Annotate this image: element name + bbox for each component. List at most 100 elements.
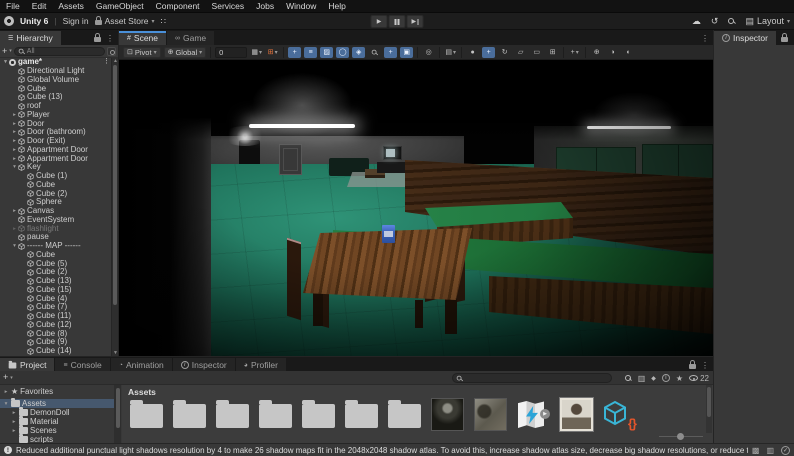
cache-server-icon[interactable]: ▥ xyxy=(766,446,774,455)
component-overlay-icon[interactable]: ≡ xyxy=(304,47,317,58)
hierarchy-item[interactable]: Global Volume xyxy=(0,76,112,85)
hierarchy-item[interactable]: Cube (15) xyxy=(0,286,112,295)
hierarchy-item[interactable]: Cube (1) xyxy=(0,172,112,181)
scene-viewport[interactable] xyxy=(119,60,713,356)
snap-increment-field[interactable]: 0 xyxy=(215,47,247,58)
asset-thumbnail-folder[interactable] xyxy=(345,398,378,431)
assets-scrollbar[interactable] xyxy=(706,385,712,433)
menu-item-file[interactable]: File xyxy=(0,1,26,11)
asset-thumbnail-folder[interactable] xyxy=(388,398,421,431)
hierarchy-search-input[interactable]: All xyxy=(14,47,105,56)
lighting-toggle-icon[interactable]: ◯ xyxy=(336,47,349,58)
gizmos-toggle-icon[interactable]: ◐ xyxy=(622,47,635,58)
asset-thumbnail-folder[interactable] xyxy=(216,398,249,431)
menu-item-jobs[interactable]: Jobs xyxy=(250,1,280,11)
asset-thumbnail-folder[interactable] xyxy=(173,398,206,431)
tab-profiler[interactable]: ◕Profiler xyxy=(236,358,286,372)
hierarchy-item[interactable]: EventSystem xyxy=(0,216,112,225)
tab-console[interactable]: ≡Console xyxy=(55,358,109,372)
orientation-dropdown[interactable]: ⊕Global▾ xyxy=(164,47,207,58)
hierarchy-item[interactable]: Cube xyxy=(0,251,112,260)
camera-settings-icon[interactable]: ▤▾ xyxy=(444,47,457,58)
search-by-label-icon[interactable]: ◆ xyxy=(651,375,656,382)
move-tool-icon[interactable]: + xyxy=(482,47,495,58)
cloud-icon[interactable]: ☁ xyxy=(692,16,701,27)
expander-icon[interactable]: ▸ xyxy=(11,410,17,416)
rect-tool-icon[interactable]: ▭ xyxy=(530,47,543,58)
lock-icon[interactable] xyxy=(689,364,696,369)
asset-thumbnail-map-video[interactable]: ▶ xyxy=(517,398,550,431)
lock-icon[interactable] xyxy=(781,37,788,42)
add-object-caret[interactable]: ▾ xyxy=(9,48,12,54)
play-button[interactable]: ▶ xyxy=(371,15,388,28)
pivot-mode-dropdown[interactable]: ⊡Pivot▾ xyxy=(123,47,161,58)
tab-inspector[interactable]: iInspector xyxy=(173,358,235,372)
scene-search-icon[interactable] xyxy=(368,47,381,58)
menu-item-window[interactable]: Window xyxy=(280,1,322,11)
rotate-tool-icon[interactable]: ↻ xyxy=(498,47,511,58)
pause-button[interactable] xyxy=(389,15,406,28)
search-picker-icon[interactable] xyxy=(107,47,116,56)
create-asset-caret[interactable]: ▾ xyxy=(10,375,13,381)
expander-icon[interactable]: ▸ xyxy=(11,419,17,425)
effects-toggle-icon[interactable]: ◈ xyxy=(352,47,365,58)
project-search-input[interactable] xyxy=(465,375,595,382)
project-tree-item-favorites[interactable]: ▸★Favorites xyxy=(0,387,120,396)
asset-thumbnail-portrait-image[interactable] xyxy=(560,398,593,431)
search-by-type-icon[interactable] xyxy=(625,375,632,382)
project-tree-item-assets[interactable]: ▾Assets xyxy=(0,399,120,408)
expander-icon[interactable]: ▸ xyxy=(11,428,17,434)
expander-icon[interactable]: ▾ xyxy=(11,242,18,250)
expander-icon[interactable]: ▾ xyxy=(11,163,18,171)
preview-packages-icon[interactable]: i xyxy=(662,374,670,382)
background-tasks-icon[interactable]: ✓ xyxy=(781,446,790,455)
search-icon[interactable] xyxy=(728,18,735,25)
hierarchy-item[interactable]: Cube (12) xyxy=(0,321,112,330)
tab-animation[interactable]: ◔Animation xyxy=(111,358,172,372)
asset-store-button[interactable]: Asset Store ▾ xyxy=(95,16,155,26)
gi-toggle-icon[interactable]: ⊕ xyxy=(590,47,603,58)
grid-axis-icon[interactable]: + xyxy=(384,47,397,58)
thumbnail-zoom-slider[interactable] xyxy=(659,432,703,440)
menu-item-assets[interactable]: Assets xyxy=(52,1,90,11)
tab-hierarchy[interactable]: ☰ Hierarchy xyxy=(0,31,61,45)
expander-icon[interactable]: ▸ xyxy=(11,137,18,145)
project-tree-item-scenes[interactable]: ▸Scenes xyxy=(0,426,120,435)
tab-project[interactable]: Project xyxy=(0,358,54,372)
hierarchy-item[interactable]: roof xyxy=(0,102,112,111)
hidden-count[interactable]: 22 xyxy=(689,374,709,383)
scale-tool-icon[interactable]: ▱ xyxy=(514,47,527,58)
menu-item-component[interactable]: Component xyxy=(150,1,206,11)
hierarchy-item[interactable]: Cube xyxy=(0,181,112,190)
expander-icon[interactable]: ▸ xyxy=(3,389,9,395)
asset-thumbnail-doll-image[interactable] xyxy=(431,398,464,431)
asset-thumbnail-painting-image[interactable] xyxy=(474,398,507,431)
hierarchy-item[interactable]: ▾------ MAP ------ xyxy=(0,242,112,251)
package-manager-icon[interactable]: ▩ xyxy=(752,446,760,455)
expander-icon[interactable]: ▸ xyxy=(11,120,18,128)
menu-item-services[interactable]: Services xyxy=(206,1,251,11)
tab-inspector[interactable]: i Inspector xyxy=(714,31,776,45)
grid-visibility-icon[interactable]: ▦▾ xyxy=(250,47,263,58)
sign-in-button[interactable]: Sign in xyxy=(63,16,89,26)
shader-overlay-icon[interactable]: ▨ xyxy=(320,47,333,58)
expander-icon[interactable]: ▸ xyxy=(11,225,18,233)
panel-menu-icon[interactable]: ⋮ xyxy=(701,34,709,43)
expander-icon[interactable]: ▾ xyxy=(2,58,9,66)
asset-thumbnail-folder[interactable] xyxy=(259,398,292,431)
hierarchy-item[interactable]: Cube (13) xyxy=(0,93,112,102)
project-tree-scrollbar[interactable] xyxy=(114,385,121,444)
panel-menu-icon[interactable]: ⋮ xyxy=(106,34,114,43)
panel-menu-icon[interactable]: ⋮ xyxy=(701,361,709,370)
search-by-import-icon[interactable]: ▥ xyxy=(638,374,646,383)
asset-thumbnail-model-script[interactable]: {} xyxy=(603,398,636,431)
hand-tool-icon[interactable]: ● xyxy=(466,47,479,58)
project-tree-item-material[interactable]: ▸Material xyxy=(0,417,120,426)
warning-icon[interactable]: ! xyxy=(4,446,12,454)
expander-icon[interactable]: ▸ xyxy=(11,146,18,154)
asset-thumbnail-folder[interactable] xyxy=(302,398,335,431)
compass-gizmo-icon[interactable]: ◎ xyxy=(422,47,435,58)
add-object-button[interactable]: + xyxy=(2,47,7,56)
move-overlay-icon[interactable]: + xyxy=(288,47,301,58)
hierarchy-item[interactable]: Cube (14) xyxy=(0,347,112,356)
